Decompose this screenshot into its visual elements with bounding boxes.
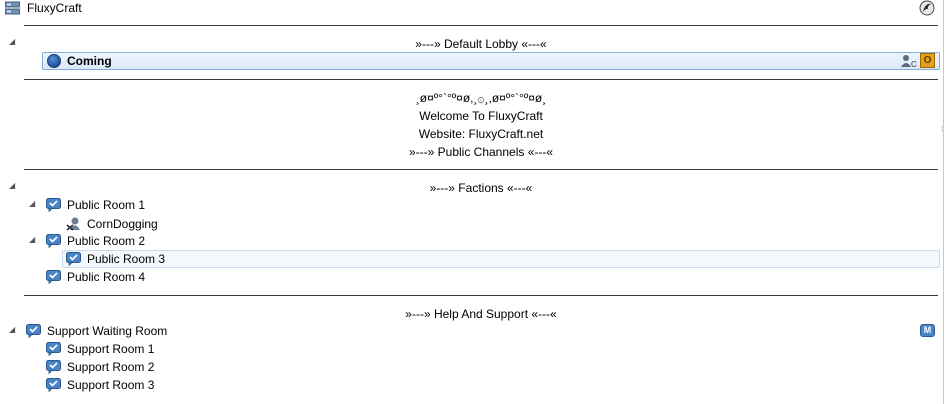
server-icon bbox=[5, 1, 20, 15]
channel-public-room-3[interactable]: Public Room 3 bbox=[87, 250, 165, 268]
spacer-welcome[interactable]: Welcome To FluxyCraft bbox=[24, 107, 938, 125]
channel-public-room-2[interactable]: Public Room 2 bbox=[67, 232, 145, 250]
splitter-grip[interactable]: ⁞ bbox=[941, 126, 945, 134]
channel-icon bbox=[46, 378, 61, 392]
collapse-arrow-icon[interactable] bbox=[9, 326, 17, 334]
server-group-icon: O bbox=[920, 53, 935, 68]
spacer-factions[interactable]: »---» Factions «---« bbox=[24, 179, 938, 197]
client-row-selected[interactable]: Coming C O bbox=[42, 52, 940, 70]
channel-support-room-3[interactable]: Support Room 3 bbox=[67, 376, 154, 394]
client-corndogging[interactable]: CornDogging bbox=[87, 215, 158, 233]
channel-icon bbox=[46, 234, 61, 248]
client-away-icon bbox=[66, 217, 80, 231]
channel-support-waiting-room[interactable]: Support Waiting Room bbox=[47, 322, 167, 340]
spacer-decoration[interactable]: ¸ø¤º°`°º¤ø,¸۞¸,ø¤º°`°º¤ø¸ bbox=[24, 89, 938, 107]
channel-public-room-1[interactable]: Public Room 1 bbox=[67, 196, 145, 214]
channel-icon bbox=[46, 198, 61, 212]
channel-support-room-1[interactable]: Support Room 1 bbox=[67, 340, 154, 358]
channel-support-room-2[interactable]: Support Room 2 bbox=[67, 358, 154, 376]
collapse-arrow-icon[interactable] bbox=[29, 236, 37, 244]
channel-row-hover[interactable] bbox=[62, 250, 940, 268]
collapse-arrow-icon[interactable] bbox=[29, 200, 37, 208]
spacer-default-lobby[interactable]: »---» Default Lobby «---« bbox=[24, 35, 938, 53]
channel-tree: FluxyCraft »---» Default Lobby «---« Com… bbox=[0, 0, 944, 404]
collapse-arrow-icon[interactable] bbox=[9, 182, 17, 190]
separator bbox=[24, 295, 938, 296]
separator bbox=[24, 25, 938, 26]
client-badge-icon: C bbox=[901, 55, 917, 68]
separator bbox=[24, 79, 938, 80]
separator bbox=[24, 169, 938, 170]
spacer-website[interactable]: Website: FluxyCraft.net bbox=[24, 125, 938, 143]
moderated-icon: M bbox=[920, 324, 935, 337]
svg-text:C: C bbox=[911, 60, 917, 68]
channel-icon bbox=[46, 360, 61, 374]
server-banner-icon[interactable] bbox=[919, 0, 935, 16]
spacer-public-channels[interactable]: »---» Public Channels «---« bbox=[24, 143, 938, 161]
client-status-icon bbox=[47, 54, 61, 68]
channel-icon bbox=[46, 342, 61, 356]
client-name[interactable]: Coming bbox=[67, 53, 112, 69]
channel-icon bbox=[66, 252, 81, 266]
channel-icon bbox=[46, 270, 61, 284]
spacer-help-support[interactable]: »---» Help And Support «---« bbox=[24, 305, 938, 323]
collapse-arrow-icon[interactable] bbox=[9, 38, 17, 46]
channel-icon bbox=[26, 324, 41, 338]
channel-public-room-4[interactable]: Public Room 4 bbox=[67, 268, 145, 286]
server-name[interactable]: FluxyCraft bbox=[27, 0, 82, 16]
